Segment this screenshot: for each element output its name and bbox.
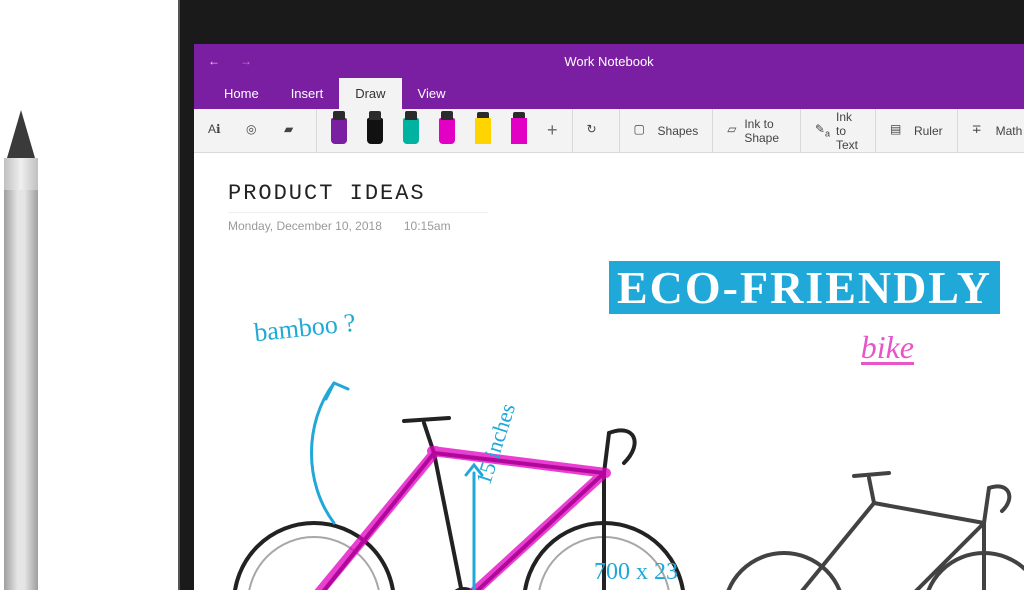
sketch-bicycle-main <box>204 323 724 590</box>
ribbon-toolbar: Aℹ ◎ ▰ + ↻ ▢ <box>194 109 1024 153</box>
tab-view[interactable]: View <box>402 78 462 109</box>
nav-back-icon[interactable]: ← <box>208 54 220 68</box>
pen-magenta[interactable] <box>433 114 461 148</box>
annotation-bike: bike <box>861 329 914 365</box>
lasso-icon: ◎ <box>246 122 264 140</box>
math-button[interactable]: ∓ Math <box>966 118 1024 144</box>
page-title[interactable]: PRODUCT IDEAS <box>228 181 990 206</box>
note-canvas[interactable]: PRODUCT IDEAS Monday, December 10, 2018 … <box>194 153 1024 590</box>
replay-icon: ↻ <box>587 122 605 140</box>
ink-to-text-button[interactable]: ✎a Ink to Text <box>809 106 867 156</box>
sketch-bicycle-secondary <box>704 393 1024 590</box>
lasso-select-button[interactable]: ◎ <box>240 118 270 144</box>
ink-to-text-icon: ✎a <box>815 122 830 140</box>
ruler-button[interactable]: ▤ Ruler <box>884 118 949 144</box>
text-mode-button[interactable]: Aℹ <box>202 118 232 144</box>
annotation-eco: ECO-FRIENDLY <box>609 261 1000 308</box>
tablet-frame: ← → Work Notebook Home Insert Draw View … <box>180 0 1024 590</box>
ruler-icon: ▤ <box>890 122 908 140</box>
math-icon: ∓ <box>972 122 990 140</box>
annotation-tire: 700 x 23 <box>594 559 678 586</box>
shapes-icon: ▢ <box>634 122 652 140</box>
stylus-pen <box>0 110 42 590</box>
pen-purple[interactable] <box>325 114 353 148</box>
hl-magenta[interactable] <box>505 114 533 148</box>
ink-to-text-label: Ink to Text <box>836 110 861 152</box>
text-cursor-icon: Aℹ <box>208 122 226 140</box>
ribbon-tab-bar: Home Insert Draw View <box>194 78 1024 109</box>
ink-to-shape-label: Ink to Shape <box>744 117 786 145</box>
add-pen-button[interactable]: + <box>541 116 564 145</box>
hl-yellow[interactable] <box>469 114 497 148</box>
shapes-label: Shapes <box>658 124 699 138</box>
page-meta: Monday, December 10, 2018 10:15am <box>228 212 488 233</box>
pen-black[interactable] <box>361 114 389 148</box>
nav-forward-icon[interactable]: → <box>240 54 252 68</box>
eraser-icon: ▰ <box>284 122 302 140</box>
page-date: Monday, December 10, 2018 <box>228 219 382 233</box>
shapes-button[interactable]: ▢ Shapes <box>628 118 705 144</box>
math-label: Math <box>996 124 1023 138</box>
page-time: 10:15am <box>404 219 451 233</box>
ink-replay-button[interactable]: ↻ <box>581 118 611 144</box>
ink-to-shape-button[interactable]: ▱ Ink to Shape <box>721 113 792 149</box>
title-bar: ← → Work Notebook <box>194 44 1024 78</box>
ink-to-shape-icon: ▱ <box>727 122 738 140</box>
ruler-label: Ruler <box>914 124 943 138</box>
pen-gallery: + <box>317 109 573 152</box>
pen-teal[interactable] <box>397 114 425 148</box>
eraser-button[interactable]: ▰ <box>278 118 308 144</box>
tab-insert[interactable]: Insert <box>275 78 340 109</box>
tab-draw[interactable]: Draw <box>339 78 401 109</box>
tab-home[interactable]: Home <box>208 78 275 109</box>
plus-icon: + <box>547 120 558 141</box>
notebook-title: Work Notebook <box>564 54 653 69</box>
